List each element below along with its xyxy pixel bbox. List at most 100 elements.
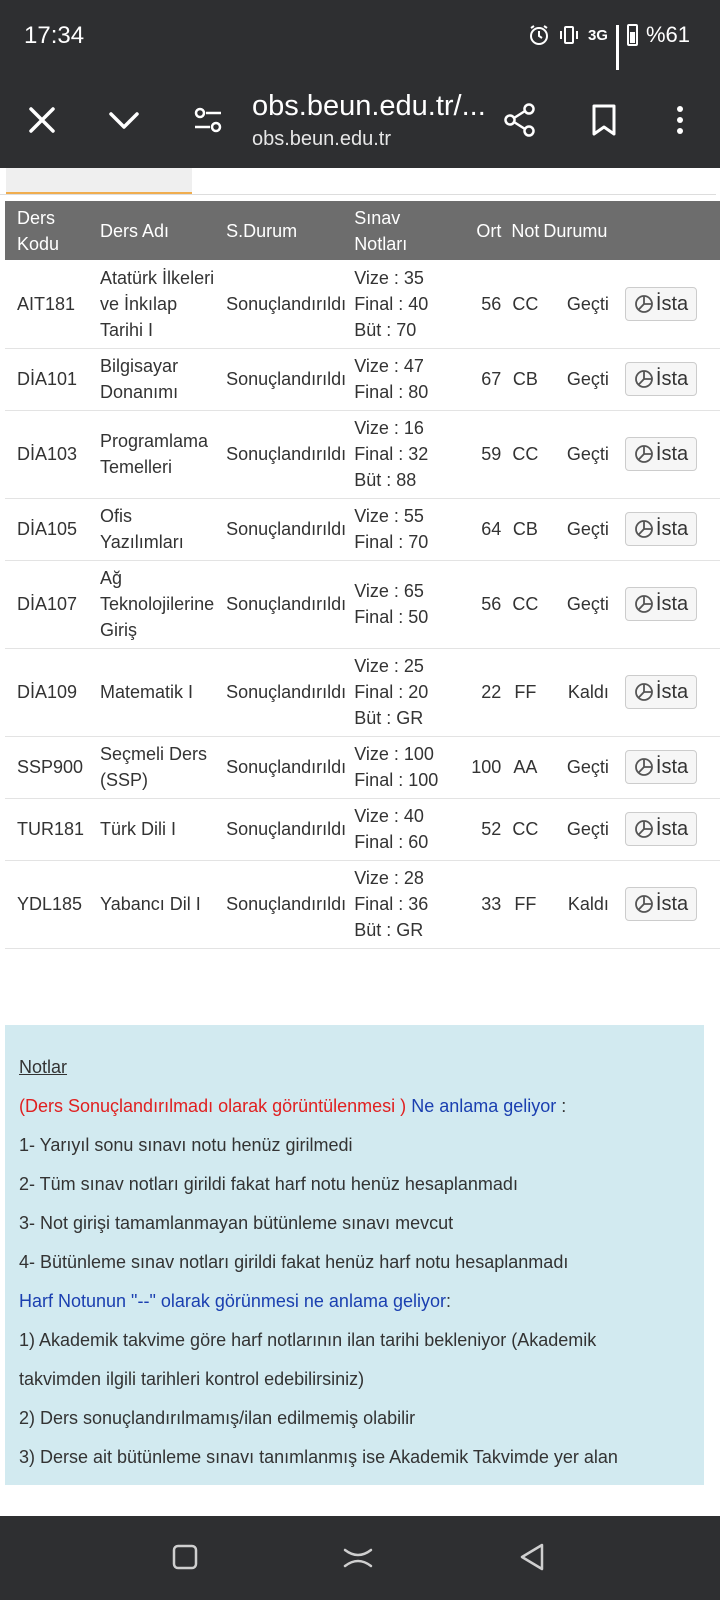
table-row: DİA103 Programlama Temelleri Sonuçlandırıld… xyxy=(5,410,720,499)
statistics-button[interactable]: İsta xyxy=(624,587,698,621)
chevron-down-icon[interactable] xyxy=(106,102,142,138)
letter-grade: FF xyxy=(507,648,544,737)
course-average: 56 xyxy=(460,260,508,349)
statistics-button[interactable]: İsta xyxy=(624,675,698,709)
course-average: 52 xyxy=(460,798,508,861)
letter-grade: CB xyxy=(507,498,544,561)
back-icon[interactable] xyxy=(518,1542,546,1572)
alarm-icon xyxy=(529,25,548,45)
course-code: YDL185 xyxy=(5,860,93,949)
course-name: Programlama Temelleri xyxy=(92,410,223,499)
notes-title: Notlar xyxy=(19,1057,68,1077)
statistics-button-label: İsta xyxy=(655,893,689,915)
exam-grades: Vize : 47 Final : 80 xyxy=(350,348,461,411)
statistics-button[interactable]: İsta xyxy=(624,750,698,784)
course-code: DİA101 xyxy=(5,348,93,411)
statistics-button-label: İsta xyxy=(655,368,689,390)
course-status: Sonuçlandırıldı xyxy=(222,736,351,799)
letter-grade: CC xyxy=(507,410,544,499)
course-name: Atatürk İlkeleri ve İnkılap Tarihi I xyxy=(92,260,223,349)
course-name: Ağ Teknolojilerine Giriş xyxy=(92,560,223,649)
table-row: TUR181 Türk Dili I Sonuçlandırıldı Vize : 4… xyxy=(5,798,720,861)
statistics-button[interactable]: İsta xyxy=(624,286,698,321)
browser-toolbar: obs.beun.edu.tr/... obs.beun.edu.tr xyxy=(0,72,720,168)
header-result: Durumu xyxy=(543,220,608,241)
notes-item: 3- Not girişi tamamlanmayan bütünleme sı… xyxy=(19,1213,454,1233)
table-row: AIT181 Atatürk İlkeleri ve İnkılap Tarihi I… xyxy=(5,260,720,349)
statistics-button[interactable]: İsta xyxy=(624,362,698,396)
header-avg: Ort xyxy=(476,220,502,241)
notes-q2-suffix: : xyxy=(445,1291,451,1311)
pass-status: Kaldı xyxy=(543,860,617,949)
page-content: Ders Kodu Ders Adı S.Durum Sınav Notları … xyxy=(0,168,720,1516)
statistics-button[interactable]: İsta xyxy=(624,512,698,546)
page-settings-icon[interactable] xyxy=(190,102,226,138)
network-type: 3G xyxy=(587,26,608,44)
status-bar: 17:34 3G %61 xyxy=(0,0,720,72)
course-code: AIT181 xyxy=(5,260,93,349)
table-header-row: Ders Kodu Ders Adı S.Durum Sınav Notları … xyxy=(5,201,720,260)
notes-q1-red: (Ders Sonuçlandırılmadı olarak görüntüle… xyxy=(19,1096,407,1116)
url-domain[interactable]: obs.beun.edu.tr xyxy=(252,128,391,151)
statistics-button-label: İsta xyxy=(655,292,689,315)
statistics-button[interactable]: İsta xyxy=(624,812,698,846)
battery-level: %61 xyxy=(645,22,690,47)
notes-panel: Notlar (Ders Sonuçlandırılmadı olarak gö… xyxy=(5,1025,704,1485)
notes-question-2: Harf Notunun "--" olarak görünmesi ne an… xyxy=(19,1291,451,1312)
notes-item: takvimden ilgili tarihleri kontrol edebi… xyxy=(19,1369,365,1389)
share-icon[interactable] xyxy=(502,102,538,138)
exam-grades: Vize : 16 Final : 32 Büt : 88 xyxy=(350,410,461,499)
exam-grades: Vize : 35 Final : 40 Büt : 70 xyxy=(350,260,461,349)
table-row: DİA107 Ağ Teknolojilerine Giriş Sonuçlandırı… xyxy=(5,560,720,649)
course-code: SSP900 xyxy=(5,736,93,799)
pass-status: Geçti xyxy=(543,798,617,861)
exam-grades: Vize : 100 Final : 100 xyxy=(350,736,461,799)
course-status: Sonuçlandırıldı xyxy=(222,648,351,737)
course-status: Sonuçlandırıldı xyxy=(222,560,351,649)
battery-icon xyxy=(626,24,638,46)
status-icons: 3G %61 xyxy=(528,22,690,70)
statistics-button-label: İsta xyxy=(655,681,689,703)
statistics-button[interactable]: İsta xyxy=(624,437,698,471)
course-code: DİA105 xyxy=(5,498,93,561)
exam-grades: Vize : 65 Final : 50 xyxy=(350,560,461,649)
signal-icon xyxy=(615,25,619,70)
pass-status: Geçti xyxy=(543,348,617,411)
pie-chart-icon xyxy=(635,820,653,838)
course-code: DİA103 xyxy=(5,410,93,499)
recent-apps-icon[interactable] xyxy=(172,1544,198,1570)
status-time: 17:34 xyxy=(24,22,85,49)
course-average: 33 xyxy=(460,860,508,949)
exam-grades: Vize : 55 Final : 70 xyxy=(350,498,461,561)
url-title[interactable]: obs.beun.edu.tr/... xyxy=(252,90,486,123)
notes-item: 2- Tüm sınav notları girildi fakat harf … xyxy=(19,1174,518,1194)
pie-chart-icon xyxy=(635,595,653,613)
active-tab-stub[interactable] xyxy=(6,168,192,194)
home-icon[interactable] xyxy=(342,1544,374,1570)
header-grade: Not xyxy=(511,220,540,241)
course-average: 59 xyxy=(460,410,508,499)
header-actions xyxy=(617,201,720,260)
grades-table: Ders Kodu Ders Adı S.Durum Sınav Notları … xyxy=(5,201,720,949)
course-average: 22 xyxy=(460,648,508,737)
stats-cell: İsta xyxy=(616,260,720,349)
statistics-button-label: İsta xyxy=(655,518,689,540)
notes-item: 4- Bütünleme sınav notları girildi fakat… xyxy=(19,1252,569,1272)
course-status: Sonuçlandırıldı xyxy=(222,348,351,411)
pie-chart-icon xyxy=(635,683,653,701)
bookmark-icon[interactable] xyxy=(586,102,622,138)
statistics-button[interactable]: İsta xyxy=(624,887,698,921)
notes-item: 2) Ders sonuçlandırılmamış/ilan edilmemi… xyxy=(19,1408,416,1428)
header-status: S.Durum xyxy=(226,220,298,241)
more-options-icon[interactable] xyxy=(662,102,698,138)
letter-grade: CB xyxy=(507,348,544,411)
exam-grades: Vize : 25 Final : 20 Büt : GR xyxy=(350,648,461,737)
letter-grade: AA xyxy=(507,736,544,799)
close-icon[interactable] xyxy=(24,102,60,138)
header-name: Ders Adı xyxy=(100,220,170,241)
notes-q1-suffix: : xyxy=(556,1096,567,1116)
course-average: 100 xyxy=(460,736,508,799)
course-name: Matematik I xyxy=(92,648,223,737)
course-code: DİA109 xyxy=(5,648,93,737)
statistics-button-label: İsta xyxy=(655,756,689,778)
